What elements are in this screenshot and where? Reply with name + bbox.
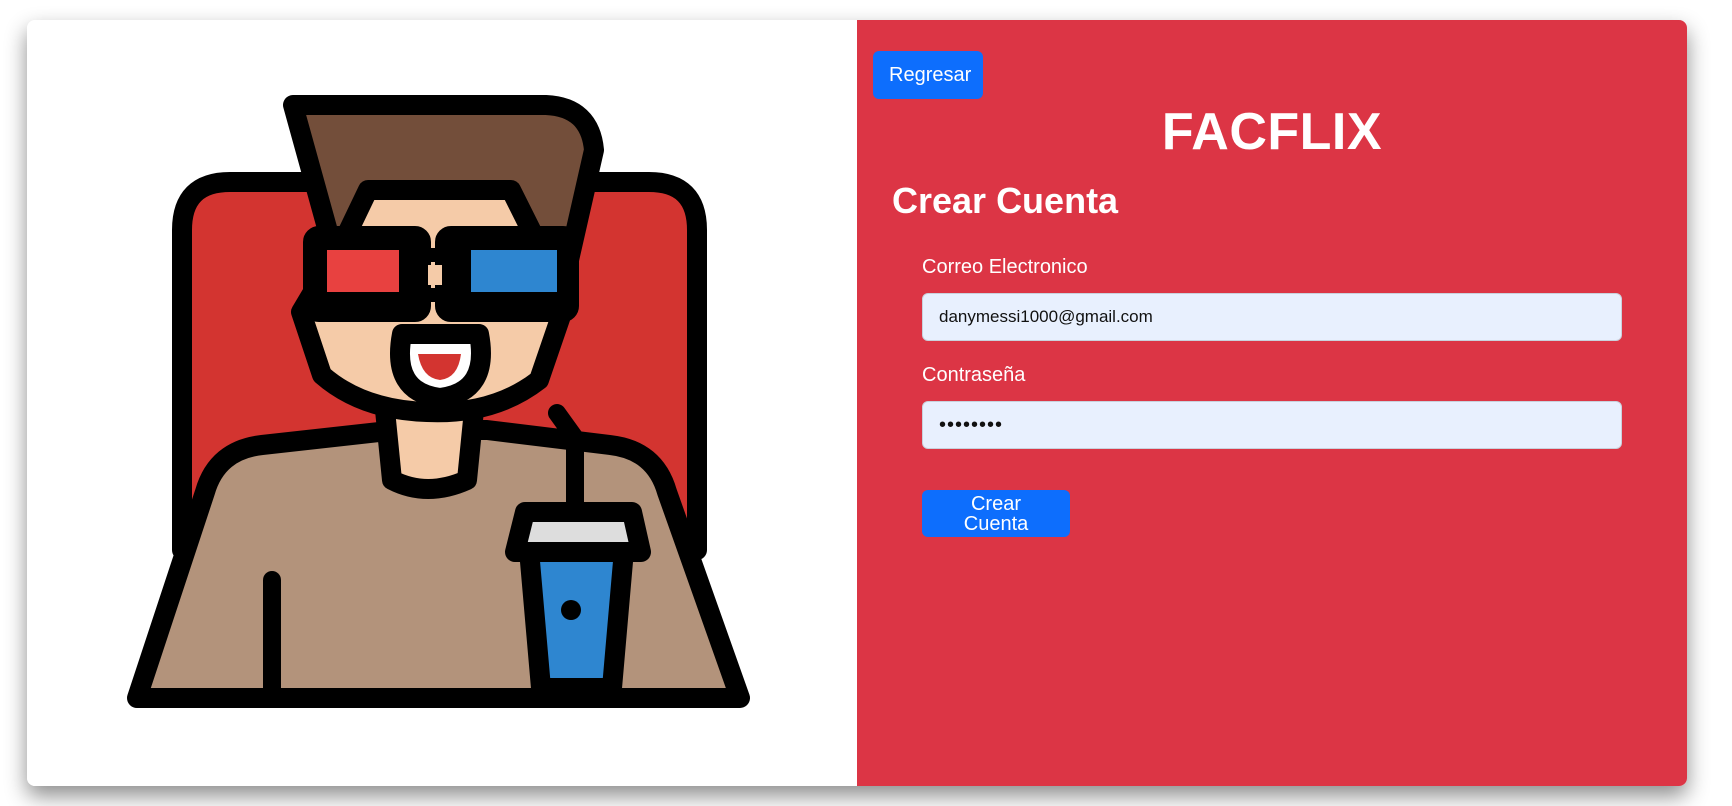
cup-lid — [505, 502, 651, 562]
cup-dot — [561, 600, 581, 620]
cup-body — [519, 540, 634, 698]
illustration-panel — [27, 20, 857, 786]
create-account-button[interactable]: Crear Cuenta — [922, 490, 1070, 537]
glasses-left-lens — [327, 250, 399, 292]
form-title: Crear Cuenta — [892, 180, 1119, 221]
brand-title: FACFLIX — [1161, 103, 1383, 161]
email-label: Correo Electronico — [922, 256, 1088, 278]
password-label: Contraseña — [922, 364, 1026, 386]
glasses-right-lens — [471, 250, 557, 292]
password-field[interactable] — [922, 401, 1622, 449]
moviegoer-illustration — [127, 95, 750, 708]
back-button[interactable]: Regresar — [873, 51, 983, 99]
email-field[interactable] — [922, 293, 1622, 341]
signup-card: Regresar FACFLIX Crear Cuenta Correo Ele… — [27, 20, 1687, 786]
signup-panel: Regresar FACFLIX Crear Cuenta Correo Ele… — [857, 20, 1687, 786]
